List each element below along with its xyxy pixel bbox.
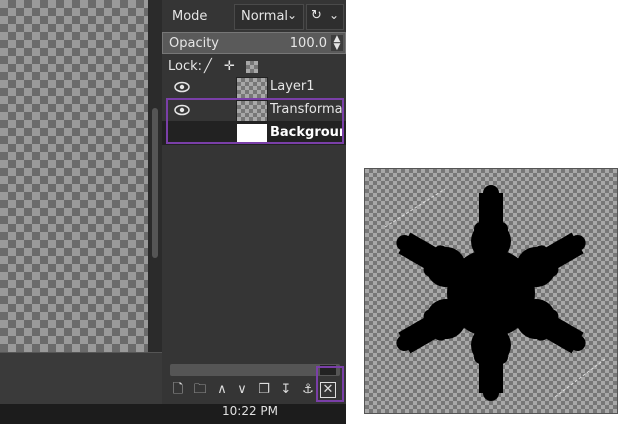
duplicate-layer-icon[interactable]: ❐ (254, 380, 274, 400)
taskbar-clock: 10:22 PM (222, 404, 278, 418)
mode-dropdown[interactable]: Normal ⌄ (234, 4, 304, 30)
mode-row: Mode Normal ⌄ ↻ ⌄ (162, 0, 346, 32)
canvas-vertical-scrollbar[interactable] (148, 0, 162, 352)
new-layer-icon[interactable]: 🗋 (168, 380, 188, 400)
opacity-spinner[interactable]: ▲ ▼ (331, 35, 343, 52)
merge-down-icon[interactable]: ↧ (276, 380, 296, 400)
eye-icon[interactable] (174, 79, 190, 95)
canvas-status-area (0, 352, 162, 405)
selected-layer-highlight (166, 98, 344, 144)
image-canvas[interactable] (0, 0, 148, 352)
layer-thumbnail (236, 77, 268, 99)
lower-layer-icon[interactable]: ∨ (232, 380, 252, 400)
lock-label: Lock: (168, 59, 203, 74)
mode-label: Mode (172, 9, 208, 24)
composite-mode-dropdown[interactable]: ↻ ⌄ (306, 4, 344, 30)
taskbar (0, 404, 346, 424)
snowflake-icon (384, 185, 606, 401)
layers-horizontal-scrollbar[interactable] (170, 364, 340, 376)
lock-alpha-icon[interactable] (246, 61, 258, 73)
lock-position-icon[interactable]: ✛ (224, 59, 235, 74)
scrollbar-thumb[interactable] (152, 108, 158, 258)
raise-layer-icon[interactable]: ∧ (212, 380, 232, 400)
opacity-label: Opacity (169, 36, 220, 51)
layer-row[interactable]: Layer1 (162, 75, 346, 99)
chevron-down-icon: ⌄ (329, 8, 340, 22)
opacity-field[interactable]: Opacity 100.0 ▲ ▼ (162, 32, 346, 54)
opacity-value[interactable]: 100.0 (290, 36, 327, 51)
delete-button-highlight (316, 366, 344, 402)
lock-pixels-icon[interactable]: ╱ (204, 59, 212, 74)
new-layer-group-icon[interactable]: 🗀 (190, 380, 210, 400)
mode-value: Normal (241, 9, 289, 24)
layers-panel: Mode Normal ⌄ ↻ ⌄ Opacity 100.0 ▲ ▼ Lock:… (162, 0, 346, 404)
composite-mode-icon: ↻ (311, 8, 322, 23)
snowflake-preview-image (364, 168, 618, 414)
layer-name[interactable]: Layer1 (270, 79, 344, 94)
chevron-down-icon: ⌄ (287, 8, 298, 22)
anchor-layer-icon[interactable]: ⚓ (298, 380, 318, 400)
